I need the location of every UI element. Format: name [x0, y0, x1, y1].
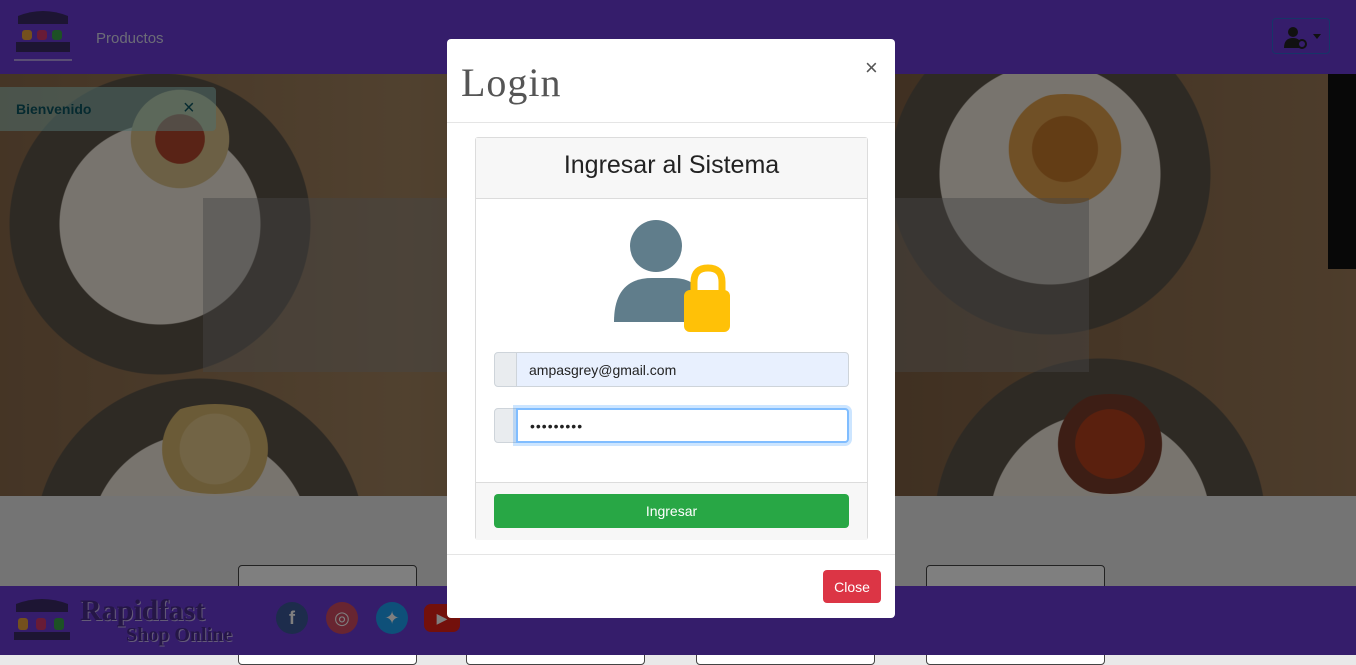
card-header: Ingresar al Sistema [476, 138, 867, 199]
card-title: Ingresar al Sistema [563, 151, 780, 179]
password-input-group [494, 408, 849, 443]
modal-footer: Close [447, 554, 895, 618]
email-input-group [494, 352, 849, 387]
login-submit-button[interactable]: Ingresar [494, 494, 849, 528]
modal-header: Login × [447, 39, 895, 123]
modal-title: Login [461, 60, 562, 105]
card-footer: Ingresar [476, 482, 867, 540]
login-modal: Login × Ingresar al Sistema Ingresar Clo… [447, 39, 895, 618]
login-card: Ingresar al Sistema Ingresar [475, 137, 868, 540]
close-button[interactable]: Close [823, 570, 881, 603]
modal-close-icon[interactable]: × [865, 55, 878, 81]
password-field[interactable] [516, 408, 849, 443]
email-field[interactable] [516, 352, 849, 387]
password-addon [494, 408, 517, 443]
email-addon [494, 352, 517, 387]
user-lock-icon [614, 220, 730, 332]
